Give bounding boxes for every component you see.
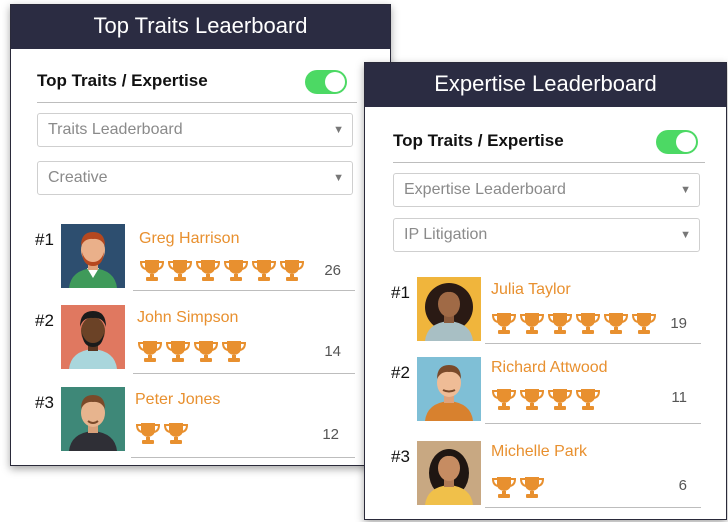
traits-leaderboard-panel: Top Traits Leaerboard Top Traits / Exper…	[10, 4, 391, 466]
select-value: Expertise Leaderboard	[404, 181, 566, 198]
leaderboard-entry[interactable]: #3 Peter Jones 12	[35, 387, 355, 465]
select-value: Traits Leaderboard	[48, 121, 183, 138]
trophy-icon	[163, 421, 189, 445]
avatar	[417, 441, 481, 505]
expertise-leaderboard-panel: Expertise Leaderboard Top Traits / Exper…	[364, 62, 727, 520]
score-value: 12	[322, 426, 339, 443]
member-name[interactable]: John Simpson	[137, 309, 238, 327]
rank-label: #2	[35, 311, 54, 330]
traits-expertise-toggle[interactable]	[656, 130, 698, 154]
trophy-icon	[547, 387, 573, 411]
member-name[interactable]: Michelle Park	[491, 443, 587, 461]
trophy-icon	[575, 311, 601, 335]
member-name[interactable]: Richard Attwood	[491, 359, 608, 377]
trophy-icon	[193, 339, 219, 363]
member-name[interactable]: Julia Taylor	[491, 281, 571, 299]
rank-label: #1	[35, 230, 54, 249]
rank-label: #1	[391, 283, 410, 302]
trophy-icon	[603, 311, 629, 335]
avatar	[61, 305, 125, 369]
rank-label: #3	[35, 393, 54, 412]
leaderboard-entry[interactable]: #1 Greg Harrison 26	[35, 224, 355, 304]
trophy-icon	[221, 339, 247, 363]
panel-title: Top Traits Leaerboard	[11, 5, 390, 49]
trophy-icon	[195, 258, 221, 282]
trait-select[interactable]: Creative ▼	[37, 161, 353, 195]
chevron-down-icon: ▼	[680, 229, 691, 241]
trophy-icon	[279, 258, 305, 282]
trophy-row	[135, 421, 189, 445]
entry-divider	[485, 423, 701, 424]
entry-divider	[133, 290, 355, 291]
score-value: 19	[670, 315, 687, 332]
score-value: 11	[671, 389, 687, 406]
chevron-down-icon: ▼	[680, 184, 691, 196]
toggle-row: Top Traits / Expertise	[393, 123, 705, 163]
toggle-label: Top Traits / Expertise	[37, 71, 208, 90]
trophy-icon	[167, 258, 193, 282]
trophy-row	[491, 387, 601, 411]
traits-expertise-toggle[interactable]	[305, 70, 347, 94]
member-name[interactable]: Peter Jones	[135, 391, 220, 409]
rank-label: #2	[391, 363, 410, 382]
trophy-icon	[137, 339, 163, 363]
toggle-row: Top Traits / Expertise	[37, 63, 357, 103]
score-value: 26	[324, 262, 341, 279]
trophy-row	[491, 311, 657, 335]
expertise-select[interactable]: IP Litigation ▼	[393, 218, 700, 252]
trophy-row	[491, 475, 545, 499]
leaderboard-entry[interactable]: #3 Michelle Park 6	[391, 441, 703, 519]
trophy-icon	[135, 421, 161, 445]
entry-divider	[133, 373, 355, 374]
leaderboard-entry[interactable]: #2 John Simpson 14	[35, 305, 355, 385]
avatar	[61, 387, 125, 451]
entry-divider	[485, 343, 701, 344]
trophy-icon	[547, 311, 573, 335]
trophy-icon	[519, 387, 545, 411]
toggle-knob	[676, 132, 696, 152]
trophy-icon	[575, 387, 601, 411]
entry-divider	[131, 457, 355, 458]
leaderboard-entry[interactable]: #2 Richard Attwood 11	[391, 357, 703, 437]
trophy-icon	[631, 311, 657, 335]
panel-title: Expertise Leaderboard	[365, 63, 726, 107]
score-value: 6	[678, 477, 687, 494]
leaderboard-type-select[interactable]: Traits Leaderboard ▼	[37, 113, 353, 147]
trophy-icon	[139, 258, 165, 282]
trophy-icon	[491, 311, 517, 335]
avatar	[417, 357, 481, 421]
trophy-row	[139, 258, 305, 282]
trophy-icon	[223, 258, 249, 282]
select-value: Creative	[48, 169, 108, 186]
trophy-icon	[165, 339, 191, 363]
trophy-row	[137, 339, 247, 363]
trophy-icon	[519, 475, 545, 499]
chevron-down-icon: ▼	[333, 124, 344, 136]
trophy-icon	[519, 311, 545, 335]
select-value: IP Litigation	[404, 226, 488, 243]
leaderboard-entry[interactable]: #1 Julia Taylor 19	[391, 277, 703, 357]
toggle-label: Top Traits / Expertise	[393, 131, 564, 150]
trophy-icon	[251, 258, 277, 282]
toggle-knob	[325, 72, 345, 92]
trophy-icon	[491, 475, 517, 499]
avatar	[61, 224, 125, 288]
chevron-down-icon: ▼	[333, 172, 344, 184]
rank-label: #3	[391, 447, 410, 466]
score-value: 14	[324, 343, 341, 360]
entry-divider	[485, 507, 701, 508]
leaderboard-type-select[interactable]: Expertise Leaderboard ▼	[393, 173, 700, 207]
avatar	[417, 277, 481, 341]
trophy-icon	[491, 387, 517, 411]
member-name[interactable]: Greg Harrison	[139, 230, 239, 248]
